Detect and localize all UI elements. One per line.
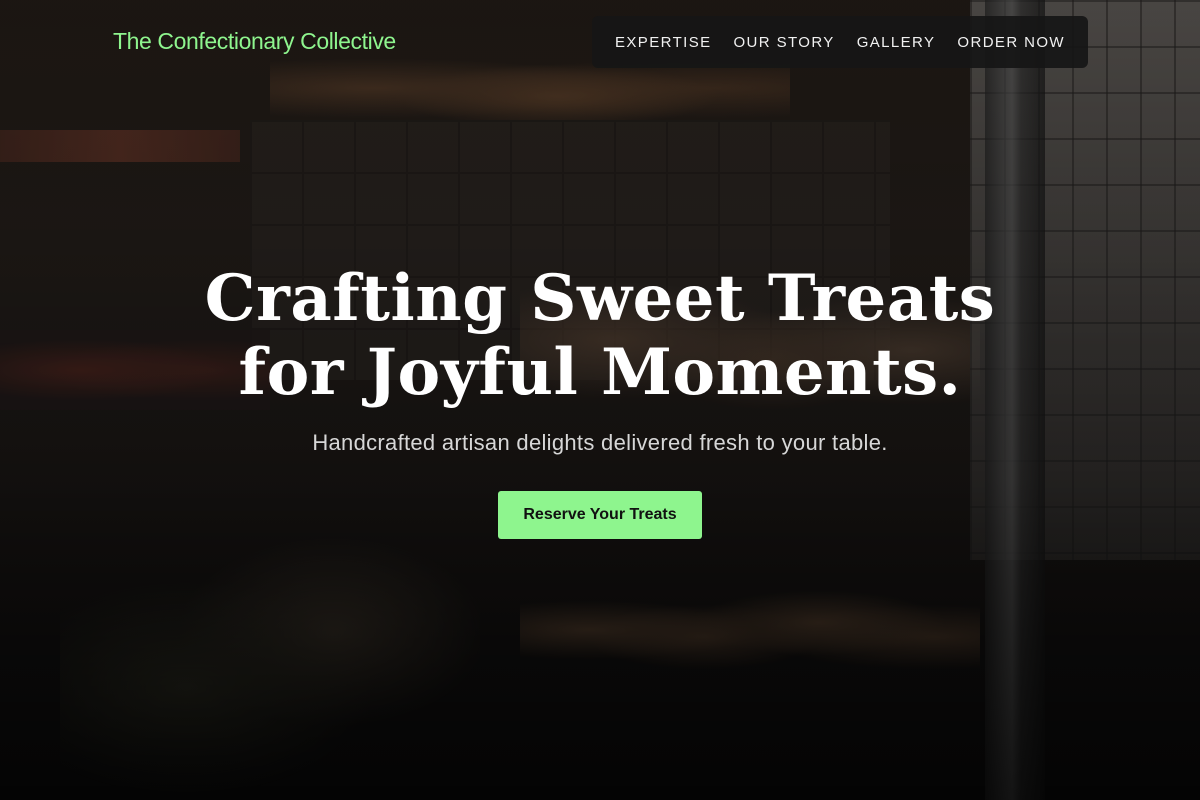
nav-link-our-story[interactable]: OUR STORY — [729, 28, 838, 57]
reserve-treats-button[interactable]: Reserve Your Treats — [498, 491, 702, 539]
hero-title-line-2: for Joyful Moments. — [238, 335, 962, 410]
nav-link-gallery[interactable]: GALLERY — [853, 28, 940, 57]
hero-subtitle: Handcrafted artisan delights delivered f… — [312, 430, 888, 455]
hero-section: Crafting Sweet Treats for Joyful Moments… — [0, 262, 1200, 539]
hero-title-line-1: Crafting Sweet Treats — [204, 261, 996, 336]
site-header: The Confectionary Collective EXPERTISE O… — [0, 0, 1200, 84]
main-nav: EXPERTISE OUR STORY GALLERY ORDER NOW — [592, 16, 1088, 68]
nav-link-expertise[interactable]: EXPERTISE — [611, 28, 716, 57]
nav-link-order-now[interactable]: ORDER NOW — [953, 28, 1069, 57]
hero-title: Crafting Sweet Treats for Joyful Moments… — [150, 262, 1050, 410]
brand-logo-link[interactable]: The Confectionary Collective — [113, 28, 396, 55]
